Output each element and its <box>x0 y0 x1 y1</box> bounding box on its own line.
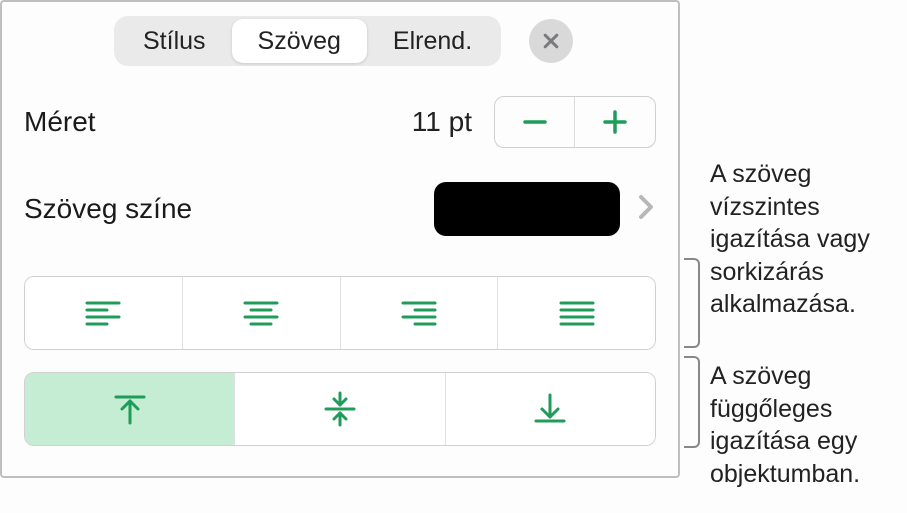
size-row: Méret 11 pt <box>24 96 656 148</box>
text-color-row: Szöveg színe <box>24 182 656 236</box>
size-value: 11 pt <box>412 106 472 138</box>
text-color-label: Szöveg színe <box>24 193 192 225</box>
align-top-icon <box>110 389 150 429</box>
chevron-right-icon <box>636 192 656 222</box>
tab-bar: Stílus Szöveg Elrend. <box>114 16 656 66</box>
minus-icon <box>520 107 550 137</box>
callouts-area: A szöveg vízszintes igazítása vagy sorki… <box>680 0 907 513</box>
align-justify-button[interactable] <box>498 277 655 349</box>
text-color-controls <box>434 182 656 236</box>
size-stepper <box>494 96 656 148</box>
align-justify-icon <box>557 297 597 329</box>
align-right-button[interactable] <box>341 277 499 349</box>
align-center-icon <box>241 297 281 329</box>
align-left-icon <box>83 297 123 329</box>
align-right-icon <box>399 297 439 329</box>
callout-horizontal-align: A szöveg vízszintes igazítása vagy sorki… <box>710 158 907 321</box>
bracket-vertical <box>684 356 700 448</box>
align-bottom-icon <box>530 389 570 429</box>
align-top-button[interactable] <box>25 373 235 445</box>
bracket-horizontal <box>684 258 700 348</box>
align-bottom-button[interactable] <box>446 373 655 445</box>
align-left-button[interactable] <box>25 277 183 349</box>
size-increase-button[interactable] <box>575 97 655 147</box>
close-button[interactable] <box>529 19 573 63</box>
size-label: Méret <box>24 106 96 138</box>
plus-icon <box>600 107 630 137</box>
align-center-button[interactable] <box>183 277 341 349</box>
tab-arrange[interactable]: Elrend. <box>367 19 498 63</box>
tab-segmented: Stílus Szöveg Elrend. <box>114 16 501 66</box>
close-icon <box>541 31 561 51</box>
text-format-panel: Stílus Szöveg Elrend. Méret 11 pt <box>0 0 680 478</box>
callout-vertical-align: A szöveg függőleges igazítása egy objekt… <box>710 360 907 490</box>
vertical-align-group <box>24 372 656 446</box>
size-decrease-button[interactable] <box>495 97 575 147</box>
align-middle-icon <box>320 389 360 429</box>
tab-text[interactable]: Szöveg <box>232 19 367 63</box>
text-color-more-button[interactable] <box>636 192 656 227</box>
horizontal-align-group <box>24 276 656 350</box>
text-color-swatch[interactable] <box>434 182 620 236</box>
size-controls: 11 pt <box>412 96 656 148</box>
tab-style[interactable]: Stílus <box>117 19 232 63</box>
align-middle-button[interactable] <box>235 373 445 445</box>
